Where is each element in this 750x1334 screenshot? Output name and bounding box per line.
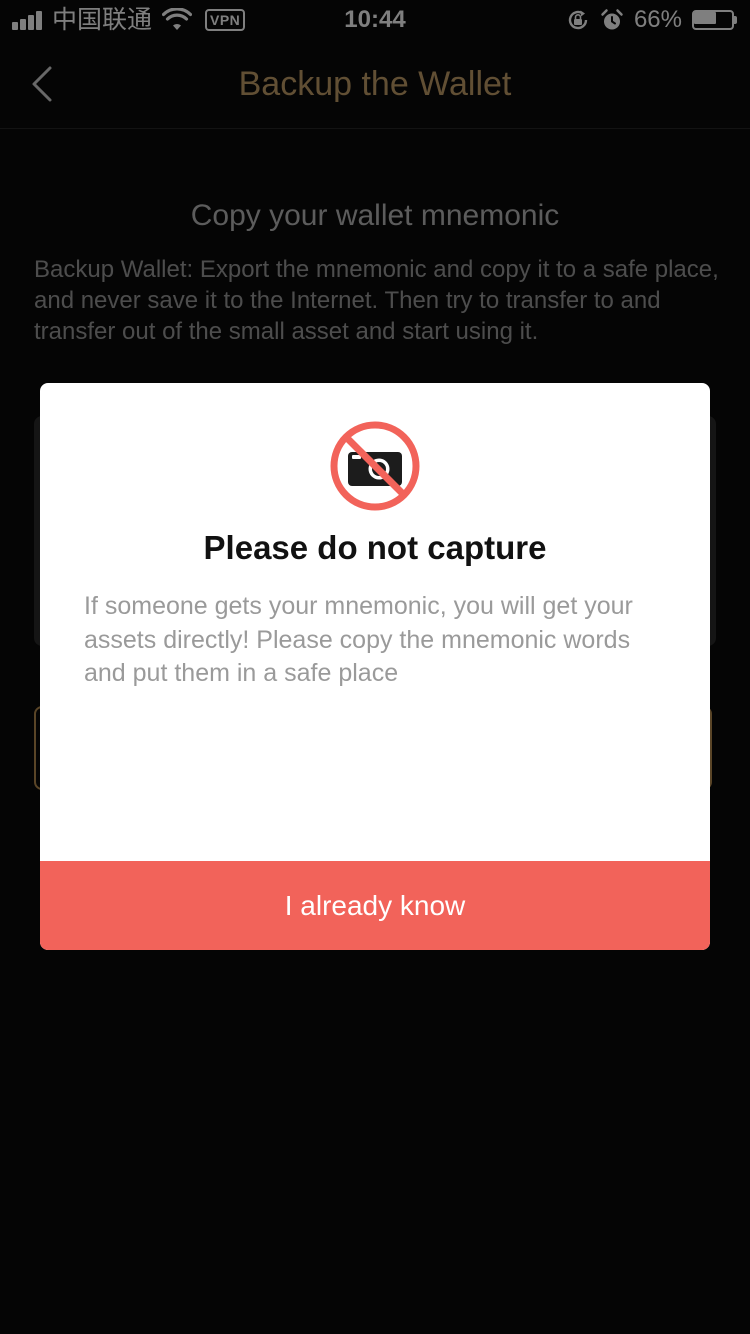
dialog-title: Please do not capture [203,529,547,566]
i-already-know-button[interactable]: I already know [40,861,710,950]
no-camera-icon [330,421,420,511]
dialog-message: If someone gets your mnemonic, you will … [84,592,633,687]
no-screenshot-dialog: Please do not capture If someone gets yo… [40,383,710,950]
